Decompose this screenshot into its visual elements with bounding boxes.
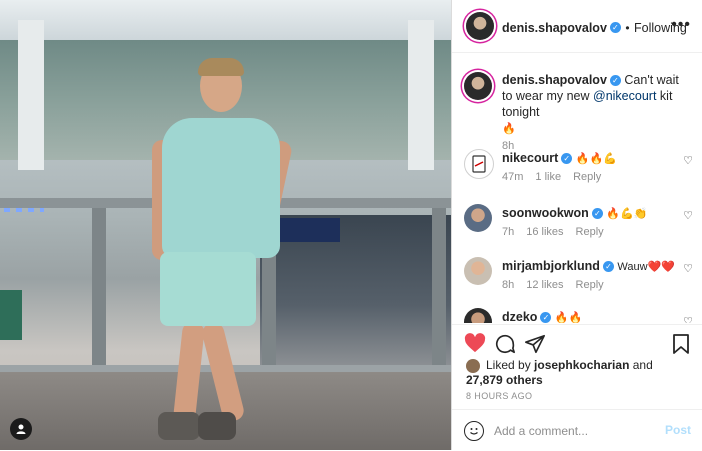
post-comment-button[interactable]: Post: [665, 423, 691, 437]
commenter-username[interactable]: nikecourt: [502, 151, 558, 165]
commenter-username[interactable]: soonwookwon: [502, 206, 589, 220]
comment-text: dzeko ✓ 🔥🔥: [502, 309, 680, 323]
caption: denis.shapovalov ✓ Can't wait to wear my …: [464, 70, 699, 152]
comment-meta: 47m 1 like Reply: [502, 171, 613, 183]
likes-others-line: 27,879 others: [466, 373, 653, 388]
comment-time[interactable]: 8h: [502, 279, 514, 291]
comment-body: 🔥🔥💪: [575, 153, 617, 165]
comment-icon[interactable]: [494, 333, 516, 359]
person-shoe: [198, 412, 236, 440]
commenter-avatar[interactable]: [464, 308, 492, 323]
comment-body: 🔥🔥: [554, 312, 583, 323]
caption-username[interactable]: denis.shapovalov: [502, 73, 607, 87]
heart-filled-icon[interactable]: [464, 333, 486, 357]
emoji-icon[interactable]: [464, 421, 484, 441]
comment-meta: 8h 12 likes Reply: [502, 279, 616, 291]
caption-mention-link[interactable]: @nikecourt: [593, 89, 656, 103]
comment-item: dzeko ✓ 🔥🔥 ♡: [464, 307, 699, 323]
caption-emoji: 🔥: [502, 123, 516, 135]
post-header: denis.shapovalov ✓ • Following •••: [452, 0, 702, 53]
photo-green-panel: [0, 290, 22, 340]
heart-outline-icon[interactable]: ♡: [683, 154, 693, 167]
bookmark-icon[interactable]: [672, 333, 690, 359]
liker-avatar[interactable]: [466, 359, 480, 373]
comment-likes[interactable]: 12 likes: [526, 279, 563, 291]
heart-outline-icon[interactable]: ♡: [683, 315, 693, 323]
post-timestamp[interactable]: 8 HOURS AGO: [466, 391, 532, 401]
comment-time[interactable]: 7h: [502, 226, 514, 238]
commenter-avatar[interactable]: [464, 149, 494, 179]
more-horizontal-icon[interactable]: •••: [671, 16, 691, 34]
add-comment-bar: Post: [452, 409, 702, 451]
comment-text: soonwookwon ✓ 🔥💪👏: [502, 205, 680, 222]
comment-item: soonwookwon ✓ 🔥💪👏 7h 16 likes Reply ♡: [464, 203, 699, 247]
instagram-post-modal: denis.shapovalov ✓ • Following ••• denis.…: [0, 0, 702, 450]
photo-ceiling: [0, 0, 451, 40]
heart-outline-icon[interactable]: ♡: [683, 209, 693, 222]
person-shorts: [160, 252, 256, 326]
reply-button[interactable]: Reply: [573, 171, 601, 183]
comment-item: mirjambjorklund ✓ Wauw❤️❤️ 8h 12 likes Repl…: [464, 256, 699, 300]
likes-and: and: [629, 358, 653, 372]
comment-body: Wauw❤️❤️: [617, 261, 675, 273]
comment-item: nikecourt ✓ 🔥🔥💪 47m 1 like Reply ♡: [464, 148, 699, 192]
heart-outline-icon[interactable]: ♡: [683, 262, 693, 275]
caption-text: denis.shapovalov ✓ Can't wait to wear my …: [502, 72, 680, 137]
separator-dot: •: [625, 21, 630, 35]
comment-text: mirjambjorklund ✓ Wauw❤️❤️: [502, 258, 680, 275]
commenter-username[interactable]: mirjambjorklund: [502, 259, 600, 273]
comments-list[interactable]: denis.shapovalov ✓ Can't wait to wear my …: [452, 53, 702, 323]
likes-others-link[interactable]: 27,879 others: [466, 373, 543, 387]
verified-badge-icon: ✓: [609, 75, 621, 87]
reply-button[interactable]: Reply: [576, 226, 604, 238]
user-tag-icon[interactable]: [10, 418, 32, 440]
author-avatar[interactable]: [464, 72, 492, 100]
send-icon[interactable]: [524, 333, 546, 359]
verified-badge-icon: ✓: [602, 261, 614, 273]
person-leg: [172, 321, 206, 423]
comment-meta: 7h 16 likes Reply: [502, 226, 616, 238]
liker-username[interactable]: josephkocharian: [534, 358, 629, 372]
post-photo[interactable]: [0, 0, 451, 450]
reply-button[interactable]: Reply: [576, 279, 604, 291]
author-avatar[interactable]: [466, 12, 494, 40]
person-shoe: [158, 412, 200, 440]
post-side-panel: denis.shapovalov ✓ • Following ••• denis.…: [451, 0, 702, 450]
comment-time[interactable]: 47m: [502, 171, 523, 183]
verified-badge-icon: ✓: [540, 312, 552, 323]
post-actions-bar: [452, 324, 702, 361]
person-shirt: [162, 118, 280, 258]
commenter-avatar[interactable]: [464, 257, 492, 285]
likes-summary: Liked by josephkocharian and 27,879 othe…: [466, 358, 653, 388]
photo-pillar: [18, 20, 44, 170]
comment-input[interactable]: [492, 420, 656, 442]
commenter-username[interactable]: dzeko: [502, 310, 537, 323]
verified-badge-icon: ✓: [561, 153, 573, 165]
comment-text: nikecourt ✓ 🔥🔥💪: [502, 150, 680, 167]
likes-prefix: Liked by: [486, 358, 535, 372]
comment-likes[interactable]: 16 likes: [526, 226, 563, 238]
comment-likes[interactable]: 1 like: [535, 171, 561, 183]
author-username[interactable]: denis.shapovalov: [502, 21, 607, 35]
verified-badge-icon: ✓: [591, 208, 603, 220]
verified-badge-icon: ✓: [609, 22, 621, 34]
person-hair: [198, 58, 244, 76]
person-leg: [200, 320, 246, 424]
likes-text: Liked by josephkocharian and: [466, 358, 653, 373]
comment-body: 🔥💪👏: [606, 208, 648, 220]
photo-pillar: [408, 20, 434, 170]
author-line: denis.shapovalov ✓ • Following: [502, 19, 687, 37]
commenter-avatar[interactable]: [464, 204, 492, 232]
photo-person: [150, 58, 294, 450]
